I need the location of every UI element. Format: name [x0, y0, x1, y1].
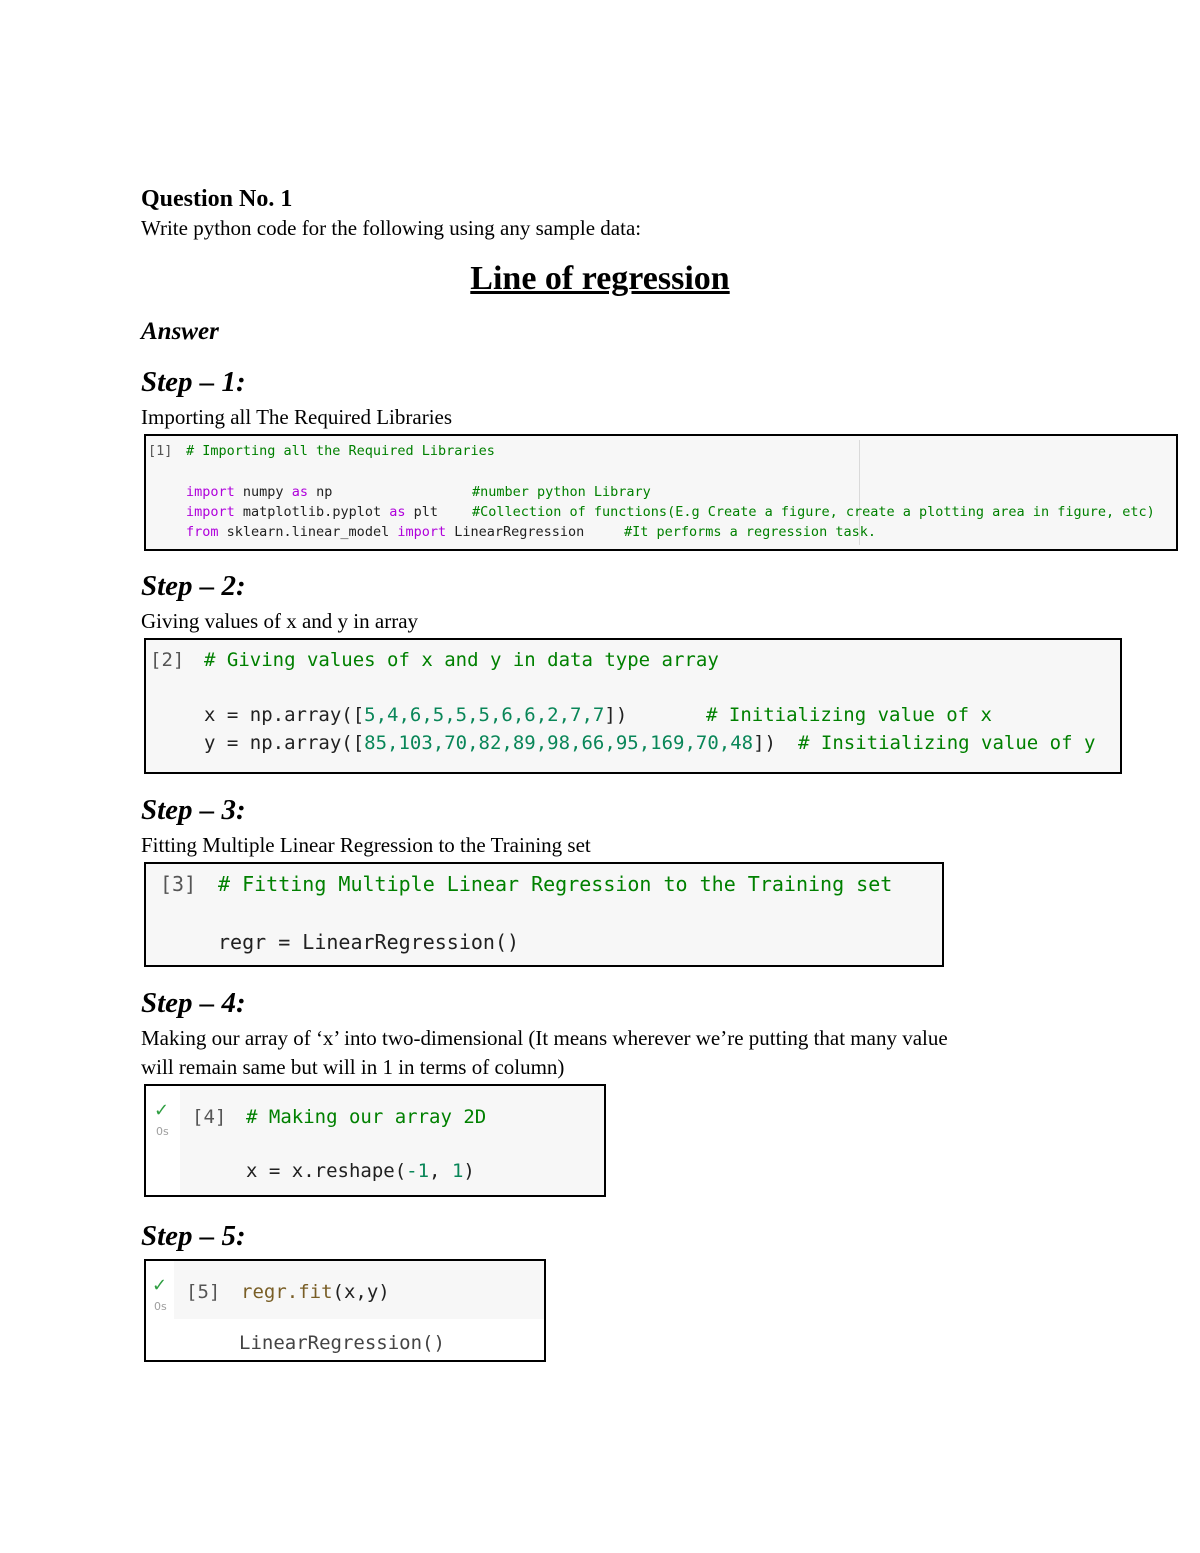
cell-index: [4] [192, 1106, 227, 1128]
code-line: regr = LinearRegression() [218, 930, 520, 954]
code-line: x = x.reshape(-1, 1) [246, 1160, 475, 1182]
code-line: from sklearn.linear_model import LinearR… [186, 524, 585, 540]
cell-index: [3] [160, 872, 197, 896]
step-4-description-line1: Making our array of ‘x’ into two-dimensi… [141, 1026, 948, 1050]
cell-index: [5] [186, 1281, 221, 1303]
step-3-description: Fitting Multiple Linear Regression to th… [141, 833, 591, 857]
code-comment: # Fitting Multiple Linear Regression to … [218, 872, 893, 896]
step-3-title: Step – 3: [141, 794, 246, 826]
code-cell-2[interactable]: [2] # Giving values of x and y in data t… [144, 638, 1122, 774]
code-comment: #It performs a regression task. [624, 524, 876, 540]
question-prompt: Write python code for the following usin… [141, 216, 642, 240]
code-comment: # Giving values of x and y in data type … [204, 649, 719, 671]
code-line: regr.fit(x,y) [241, 1281, 390, 1303]
check-icon: ✓ [154, 1100, 170, 1121]
code-comment: # Importing all the Required Libraries [186, 443, 495, 459]
code-cell-5[interactable]: ✓ 0s [5] regr.fit(x,y) LinearRegression(… [144, 1259, 546, 1362]
code-cell-3[interactable]: [3] # Fitting Multiple Linear Regression… [144, 862, 944, 967]
code-comment: #Collection of functions(E.g Create a fi… [472, 504, 1155, 520]
code-comment: # Initializing value of x [706, 704, 992, 726]
step-2-title: Step – 2: [141, 570, 246, 602]
code-line: y = np.array([85,103,70,82,89,98,66,95,1… [204, 732, 776, 754]
check-icon: ✓ [152, 1275, 168, 1296]
step-4-description-line2: will remain same but will in 1 in terms … [141, 1055, 565, 1079]
question-title: Question No. 1 [141, 186, 293, 212]
step-1-title: Step – 1: [141, 366, 246, 398]
code-line: import numpy as np [186, 484, 333, 500]
code-comment: #number python Library [472, 484, 651, 500]
step-4-title: Step – 4: [141, 987, 246, 1019]
cell-index: [1] [148, 443, 173, 459]
code-line: x = np.array([5,4,6,5,5,5,6,6,2,7,7]) [204, 704, 628, 726]
code-cell-4[interactable]: ✓ 0s [4] # Making our array 2D x = x.res… [144, 1084, 606, 1197]
runtime-label: 0s [156, 1125, 169, 1138]
runtime-label: 0s [154, 1300, 167, 1313]
step-2-description: Giving values of x and y in array [141, 609, 419, 633]
main-heading: Line of regression [470, 260, 730, 297]
cell-index: [2] [150, 649, 185, 671]
code-cell-1[interactable]: [1] # Importing all the Required Librari… [144, 434, 1178, 551]
code-comment: # Making our array 2D [246, 1106, 487, 1128]
answer-label: Answer [141, 318, 219, 345]
step-5-title: Step – 5: [141, 1220, 246, 1252]
code-line: import matplotlib.pyplot as plt [186, 504, 438, 520]
code-comment: # Insitializing value of y [798, 732, 1096, 754]
step-1-description: Importing all The Required Libraries [141, 405, 453, 429]
cell-output: LinearRegression() [239, 1332, 445, 1354]
